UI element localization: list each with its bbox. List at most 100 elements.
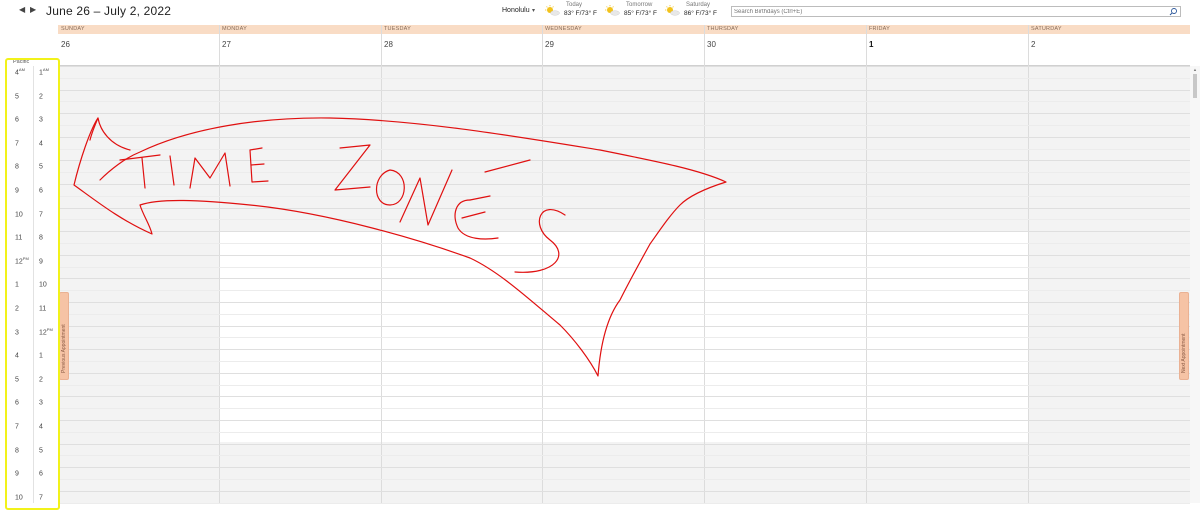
secondary-timezone-hour: 10 [39, 279, 47, 288]
hour-line [58, 349, 1190, 350]
next-appointment-label: Next Appointment [1181, 333, 1187, 373]
secondary-timezone-hour: 3 [39, 397, 43, 406]
hour-row: 85 [0, 436, 58, 459]
hour-value: 4 [15, 352, 19, 360]
hour-value: 12 [39, 329, 47, 337]
day-date-tuesday[interactable]: 28 [384, 40, 393, 49]
am-pm-suffix: AM [42, 67, 49, 72]
hour-line [58, 160, 1190, 161]
scroll-up-icon[interactable]: ▲ [1193, 67, 1197, 72]
day-name-saturday[interactable]: SATURDAY [1031, 26, 1062, 32]
hour-value: 8 [39, 234, 43, 242]
hour-value: 10 [15, 211, 23, 219]
chevron-down-icon[interactable]: ▾ [532, 7, 535, 14]
secondary-timezone-hour: 7 [39, 492, 43, 501]
hour-line [58, 373, 1190, 374]
primary-timezone-hour: 9 [15, 468, 19, 477]
hour-value: 9 [39, 258, 43, 266]
hour-row: 63 [0, 105, 58, 128]
primary-timezone-hour: 8 [15, 161, 19, 170]
half-hour-line [58, 172, 1190, 173]
hour-value: 3 [15, 329, 19, 337]
secondary-timezone-hour: 12PM [39, 327, 53, 336]
day-name-tuesday[interactable]: TUESDAY [384, 26, 411, 32]
hour-value: 10 [15, 494, 23, 502]
secondary-timezone-hour: 3 [39, 114, 43, 123]
previous-appointment-tab[interactable]: Previous Appointment [59, 292, 69, 380]
search-input[interactable] [734, 7, 1154, 16]
primary-timezone-hour: 6 [15, 114, 19, 123]
week-grid[interactable] [58, 25, 1190, 504]
hour-value: 5 [15, 93, 19, 101]
hour-row: 11 8 [0, 223, 58, 246]
half-hour-line [58, 361, 1190, 362]
hour-line [58, 491, 1190, 492]
half-hour-line [58, 385, 1190, 386]
hour-line [58, 255, 1190, 256]
secondary-timezone-hour: 2 [39, 374, 43, 383]
day-date-thursday[interactable]: 30 [707, 40, 716, 49]
date-range-title: June 26 – July 2, 2022 [46, 4, 172, 18]
day-date-saturday[interactable]: 2 [1031, 40, 1035, 49]
day-date-monday[interactable]: 27 [222, 40, 231, 49]
hour-line [58, 444, 1190, 445]
day-date-wednesday[interactable]: 29 [545, 40, 554, 49]
hour-row: 4AM 1AM [0, 58, 58, 81]
next-week-arrow-icon[interactable]: ▶ [30, 5, 36, 14]
weather-location[interactable]: Honolulu [502, 7, 530, 14]
hour-value: 2 [39, 376, 43, 384]
calendar-toolbar: ◀ ▶ June 26 – July 2, 2022 Honolulu ▾ To… [0, 0, 1200, 24]
half-hour-line [58, 503, 1190, 504]
search-box[interactable] [731, 6, 1181, 17]
weather-tomorrow[interactable]: Tomorrow 85° F/73° F [604, 2, 666, 20]
secondary-timezone-hour: 6 [39, 468, 43, 477]
vertical-scrollbar[interactable]: ▲ [1190, 66, 1200, 503]
hour-value: 7 [39, 211, 43, 219]
search-icon[interactable] [1169, 7, 1178, 16]
hour-row: 41 [0, 341, 58, 364]
next-appointment-tab[interactable]: Next Appointment [1179, 292, 1189, 380]
scrollbar-thumb[interactable] [1193, 74, 1197, 98]
hour-value: 8 [15, 447, 19, 455]
sun-cloud-icon [665, 5, 680, 16]
day-name-sunday[interactable]: SUNDAY [61, 26, 85, 32]
hour-row: 74 [0, 129, 58, 152]
hour-row: 10 7 [0, 200, 58, 223]
half-hour-line [58, 408, 1190, 409]
hour-value: 7 [39, 494, 43, 502]
hour-row: 10 7 [0, 483, 58, 506]
hour-value: 2 [39, 93, 43, 101]
hour-row: 3 12PM [0, 318, 58, 341]
hour-value: 3 [39, 116, 43, 124]
primary-timezone-hour: 5 [15, 374, 19, 383]
secondary-timezone-hour: 6 [39, 185, 43, 194]
primary-timezone-hour: 11 [15, 232, 22, 241]
day-name-monday[interactable]: MONDAY [222, 26, 247, 32]
weather-saturday[interactable]: Saturday 86° F/73° F [664, 2, 726, 20]
am-pm-suffix: PM [46, 327, 53, 332]
hour-line [58, 326, 1190, 327]
primary-timezone-hour: 5 [15, 91, 19, 100]
secondary-timezone-hour: 11 [39, 303, 46, 312]
day-name-thursday[interactable]: THURSDAY [707, 26, 738, 32]
hour-value: 1 [15, 281, 19, 289]
day-name-wednesday[interactable]: WEDNESDAY [545, 26, 582, 32]
hour-row: 52 [0, 365, 58, 388]
sun-cloud-icon [605, 5, 620, 16]
half-hour-line [58, 267, 1190, 268]
weather-today[interactable]: Today 83° F/73° F [544, 2, 606, 20]
day-date-friday[interactable]: 1 [869, 40, 873, 49]
hour-value: 9 [15, 187, 19, 195]
day-name-friday[interactable]: FRIDAY [869, 26, 890, 32]
hour-value: 10 [39, 281, 47, 289]
primary-timezone-hour: 10 [15, 492, 23, 501]
primary-timezone-hour: 4AM [15, 67, 25, 76]
weather-temperature: 83° F/73° F [564, 10, 598, 17]
hour-line [58, 302, 1190, 303]
primary-timezone-hour: 10 [15, 209, 23, 218]
previous-week-arrow-icon[interactable]: ◀ [19, 5, 25, 14]
hour-line [58, 66, 1190, 67]
day-date-sunday[interactable]: 26 [61, 40, 70, 49]
secondary-timezone-hour: 5 [39, 161, 43, 170]
hour-row: 96 [0, 459, 58, 482]
